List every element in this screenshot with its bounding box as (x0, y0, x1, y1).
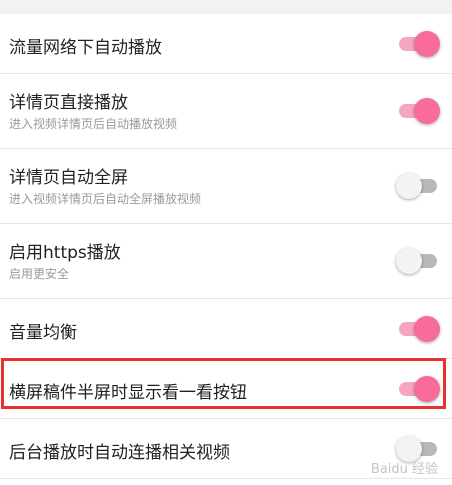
toggle-knob (414, 98, 440, 124)
setting-row-volume-balance[interactable]: 音量均衡 (0, 299, 452, 359)
https-playback-toggle[interactable] (396, 247, 440, 275)
landscape-lookaround-toggle[interactable] (396, 375, 440, 403)
setting-subtitle: 进入视频详情页后自动全屏播放视频 (9, 192, 202, 206)
setting-row-https[interactable]: 启用https播放 启用更安全 (0, 224, 452, 299)
toggle-knob (396, 248, 422, 274)
setting-title: 后台播放时自动连播相关视频 (9, 443, 230, 463)
setting-title: 启用https播放 (9, 243, 121, 263)
baidu-watermark: Baidu 经验 (370, 462, 438, 477)
setting-subtitle: 进入视频详情页后自动播放视频 (9, 117, 178, 131)
setting-row-cellular-autoplay[interactable]: 流量网络下自动播放 (0, 14, 452, 74)
toggle-knob (396, 173, 422, 199)
toggle-knob (414, 31, 440, 57)
setting-title: 横屏稿件半屏时显示看一看按钮 (9, 383, 247, 403)
setting-row-landscape-lookaround[interactable]: 横屏稿件半屏时显示看一看按钮 (0, 359, 452, 419)
setting-subtitle: 启用更安全 (9, 267, 70, 281)
setting-row-detail-direct-play[interactable]: 详情页直接播放 进入视频详情页后自动播放视频 (0, 74, 452, 149)
toggle-knob (414, 376, 440, 402)
detail-fullscreen-toggle[interactable] (396, 172, 440, 200)
setting-title: 详情页自动全屏 (9, 168, 128, 188)
settings-list: 流量网络下自动播放 详情页直接播放 进入视频详情页后自动播放视频 详情页自动全屏… (0, 14, 452, 479)
detail-direct-play-toggle[interactable] (396, 97, 440, 125)
volume-balance-toggle[interactable] (396, 315, 440, 343)
top-divider-strip (0, 0, 452, 14)
setting-title: 详情页直接播放 (9, 93, 128, 113)
setting-title: 音量均衡 (9, 323, 77, 343)
setting-row-detail-fullscreen[interactable]: 详情页自动全屏 进入视频详情页后自动全屏播放视频 (0, 149, 452, 224)
autoplay-cellular-toggle[interactable] (396, 30, 440, 58)
toggle-knob (414, 316, 440, 342)
setting-title: 流量网络下自动播放 (9, 38, 162, 58)
